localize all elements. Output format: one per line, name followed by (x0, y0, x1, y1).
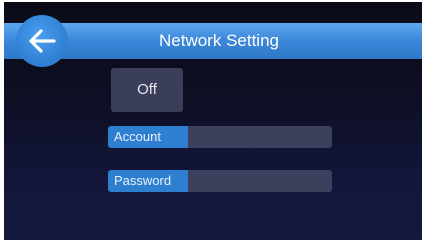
account-field[interactable]: Account (108, 126, 332, 148)
arrow-left-icon (29, 29, 56, 53)
account-label: Account (108, 126, 188, 148)
network-toggle-button[interactable]: Off (111, 68, 183, 112)
account-input[interactable] (192, 126, 326, 148)
back-button[interactable] (16, 15, 68, 67)
password-label: Password (108, 170, 188, 192)
password-field[interactable]: Password (108, 170, 332, 192)
screen: Network Setting Off Account Password (4, 2, 422, 240)
password-input[interactable] (192, 170, 326, 192)
